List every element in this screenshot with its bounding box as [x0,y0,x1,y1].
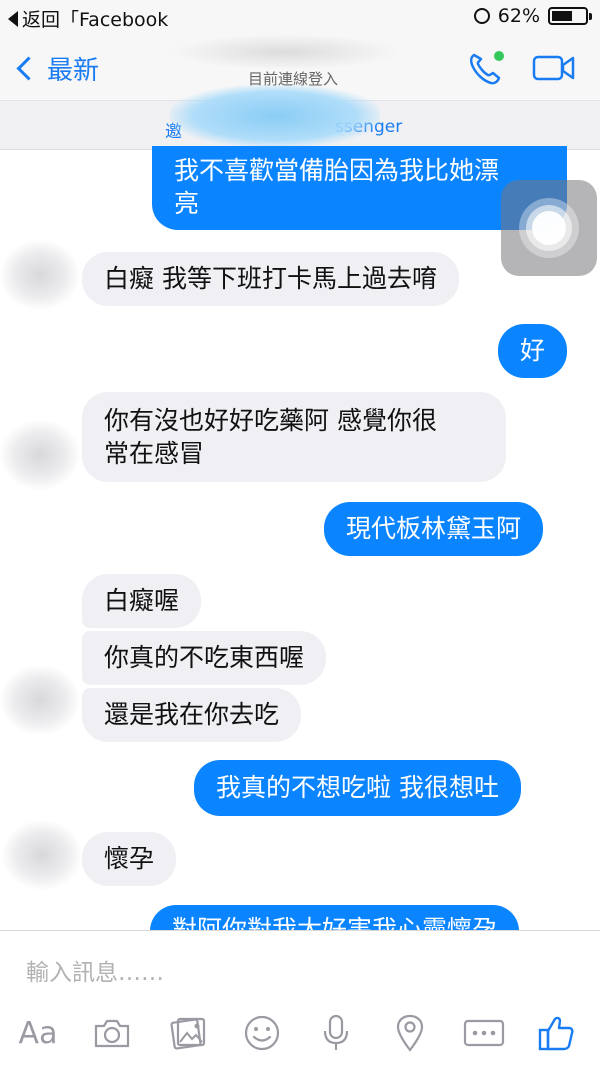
message-line: 我不喜歡當備胎因為我比她漂 [174,156,500,185]
chevron-left-icon [16,56,41,81]
back-to-app-label: 返回「Facebook [22,9,169,31]
message-bubble-incoming[interactable]: 還是我在你去吃 [82,688,302,742]
avatar[interactable] [2,820,82,890]
message-line: 常在感冒 [104,439,205,468]
location-pin-icon[interactable] [392,1011,428,1055]
message-bubble-incoming[interactable]: 懷孕 [82,832,177,886]
back-triangle-icon [8,10,18,27]
sticker-smiley-icon[interactable] [242,1011,282,1055]
aa-label: Aa [18,1015,58,1051]
message-bubble-outgoing[interactable]: 好 [498,324,568,378]
back-label: 最新 [47,56,100,86]
avatar[interactable] [0,420,80,490]
microphone-icon[interactable] [318,1011,354,1055]
message-input[interactable]: 輸入訊息…… [26,953,164,987]
avatar[interactable] [0,240,80,310]
composer-toolbar: Aa [0,1011,600,1055]
message-line: 白癡 我等下班打卡馬上過去唷 [104,264,437,293]
message-line: 好 [520,336,546,365]
avatar[interactable] [0,665,80,735]
message-bubble-outgoing[interactable]: 現代板林黛玉阿 [324,502,544,556]
camera-icon[interactable] [92,1011,132,1055]
redacted-contact-name [170,34,400,70]
back-to-app-link[interactable]: 返回「Facebook [8,5,168,32]
message-bubble-incoming[interactable]: 白癡 我等下班打卡馬上過去唷 [82,252,459,306]
messenger-chat-screen: 返回「Facebook 62% 最新 目前連線登入 我不喜歡當備胎因為我比她漂 … [0,0,600,1067]
message-line: 你有沒也好好吃藥阿 感覺你很 [104,406,437,435]
battery-icon [548,7,592,25]
message-bubble-outgoing[interactable]: 我真的不想吃啦 我很想吐 [194,760,521,816]
video-camera-icon[interactable] [532,54,576,86]
message-line: 你真的不吃東西喔 [104,643,305,672]
message-line: 現代板林黛玉阿 [346,514,522,543]
battery-percent: 62% [497,5,540,27]
status-right: 62% [473,5,592,27]
message-line: 亮 [174,189,200,218]
assistive-touch-button[interactable] [501,180,597,276]
phone-icon[interactable] [466,50,506,90]
redacted-blur [170,85,380,147]
message-line: 懷孕 [104,844,155,873]
alarm-clock-icon [473,8,490,24]
message-line: 我真的不想吃啦 我很想吐 [216,773,499,802]
photo-gallery-icon[interactable] [168,1011,208,1055]
text-format-icon[interactable]: Aa [16,1011,60,1055]
like-thumbs-up-icon[interactable] [536,1011,576,1055]
status-bar: 返回「Facebook 62% [0,0,600,34]
message-line: 還是我在你去吃 [104,700,280,729]
message-composer: 輸入訊息…… Aa [0,930,600,1067]
message-bubble-incoming[interactable]: 你真的不吃東西喔 [82,631,327,685]
more-icon[interactable] [462,1011,506,1055]
message-bubble-incoming[interactable]: 白癡喔 [82,574,202,628]
battery-fill [552,11,572,21]
message-line: 白癡喔 [104,586,180,615]
back-button[interactable]: 最新 [12,50,99,87]
message-bubble-incoming[interactable]: 你有沒也好好吃藥阿 感覺你很 常在感冒 [82,392,506,482]
